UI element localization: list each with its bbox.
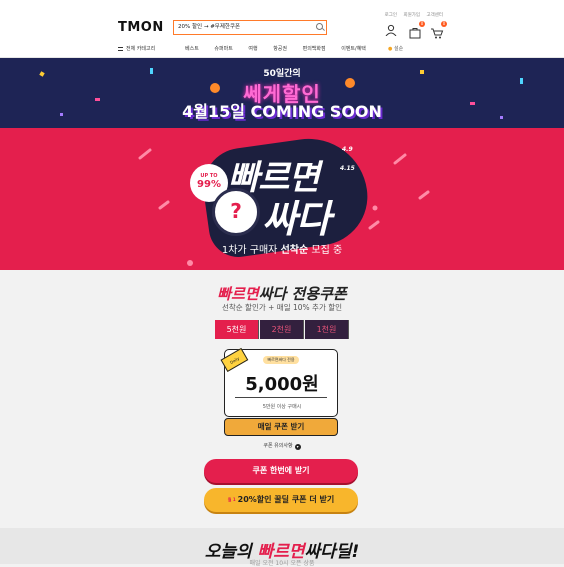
banner-date-end: 4.15 — [340, 165, 355, 172]
tab-5000[interactable]: 5천원 — [215, 320, 259, 339]
promo-banner-fast-cheap: 빠르면 싸다 4.9 4.15 UP TO 99% ? 1차가 구매자 선착순 … — [0, 128, 564, 270]
help-link[interactable]: 고객센터 — [426, 13, 443, 18]
coupon-section-title: 빠르면싸다 전용쿠폰 — [0, 283, 564, 304]
daily-tag: Daily — [220, 347, 249, 373]
bag-count-badge: 0 — [419, 21, 425, 27]
chevron-down-icon: ▾ — [294, 444, 301, 450]
banner-headline-2: 싸다 — [262, 197, 331, 241]
nav-item-supermart[interactable]: 슈퍼마트 — [214, 46, 232, 52]
tmon-logo[interactable]: TMON — [118, 20, 164, 35]
extra-label: 20%할인 꿀딜 쿠폰 더 받기 — [237, 495, 335, 504]
nav-item-travel[interactable]: 여행 — [248, 46, 257, 52]
coupon-pill: 빠르면싸다 전용 — [263, 356, 299, 364]
banner-subtext-post: 모집 중 — [308, 245, 343, 256]
search-icon[interactable] — [316, 23, 323, 30]
coupon-notice-label: 쿠폰 유의사항 — [263, 443, 293, 449]
coupon-title-rest: 싸다 전용쿠폰 — [258, 285, 347, 303]
coupon-condition: 5만원 이상 구매시 — [262, 404, 302, 410]
menu-icon — [118, 47, 123, 51]
cart-button[interactable]: 0 — [430, 21, 447, 39]
cart-count-badge: 0 — [441, 21, 447, 27]
tab-2000[interactable]: 2천원 — [260, 320, 304, 339]
extra-prefix: 월 1 — [227, 497, 236, 502]
nav-right-label: 설순 — [393, 46, 404, 52]
search-value: 20% 할인 → #무제한쿠폰 — [178, 24, 241, 30]
top-links: 로그인 회원가입 고객센터 — [380, 12, 443, 18]
user-icon[interactable] — [384, 24, 398, 36]
tab-1000[interactable]: 1천원 — [305, 320, 349, 339]
upto-value: 99% — [197, 179, 221, 190]
banner-subtext-bold: 선착순 — [280, 245, 309, 256]
coupon-subtitle: 선착순 할인가 + 매일 10% 추가 할인 — [221, 303, 343, 312]
banner-subtext: 1차가 구매자 선착순 모집 중 — [0, 241, 564, 256]
today-deal-subtitle: 매일 오전 10시 오픈 상품 — [249, 560, 315, 567]
question-mark: ? — [230, 199, 242, 223]
bag-icon — [409, 28, 421, 39]
promo-banner-coming-soon[interactable]: 50일간의 쎄게할인 4월15일 COMING SOON — [0, 58, 564, 128]
login-link[interactable]: 로그인 — [385, 13, 397, 18]
nav-item-department[interactable]: 편의백화점 — [303, 46, 326, 52]
coupon-notice-link[interactable]: 쿠폰 유의사항 ▾ — [0, 442, 564, 450]
site-header: TMON 20% 할인 → #무제한쿠폰 로그인 회원가입 고객센터 0 0 전… — [0, 0, 564, 58]
banner-date-start: 4.9 — [342, 146, 353, 153]
cart-icon — [431, 28, 444, 39]
nav-item-best[interactable]: 베스트 — [185, 46, 199, 52]
nav-item-flight[interactable]: 항공권 — [273, 46, 287, 52]
get-extra-coupon-button[interactable]: 월 1 20%할인 꿀딜 쿠폰 더 받기 — [204, 488, 358, 512]
search-input[interactable]: 20% 할인 → #무제한쿠폰 — [173, 20, 327, 35]
all-category-label: 전체 카테고리 — [126, 46, 156, 52]
bulb-icon: ● — [388, 46, 393, 52]
coupon-title-red: 빠르면 — [217, 285, 259, 303]
main-nav: 전체 카테고리 베스트 슈퍼마트 여행 항공권 편의백화점 이벤트/혜택 ● 설… — [0, 42, 564, 58]
get-all-coupons-button[interactable]: 쿠폰 한번에 받기 — [204, 459, 358, 483]
daily-coupon-button[interactable]: 매일 쿠폰 받기 — [224, 418, 338, 436]
nav-items: 베스트 슈퍼마트 여행 항공권 편의백화점 이벤트/혜택 — [185, 45, 380, 52]
banner-top-line3: 4월15일 COMING SOON — [182, 102, 382, 121]
coupon-amount: 5,000원 — [245, 374, 319, 395]
all-category-button[interactable]: 전체 카테고리 — [118, 45, 155, 52]
nav-item-event[interactable]: 이벤트/혜택 — [341, 46, 366, 52]
nav-right-link[interactable]: ● 설순 — [388, 45, 403, 52]
coupon-tabs: 5천원 2천원 1천원 — [215, 320, 349, 339]
coupon-card: Daily 빠르면싸다 전용 5,000원 5만원 이상 구매시 — [220, 347, 338, 417]
banner-subtext-pre: 1차가 구매자 — [221, 245, 281, 256]
coupon-divider — [235, 397, 327, 398]
alarm-clock-icon: ? — [212, 188, 260, 236]
recent-bag-button[interactable]: 0 — [408, 21, 425, 39]
signup-link[interactable]: 회원가입 — [403, 13, 420, 18]
